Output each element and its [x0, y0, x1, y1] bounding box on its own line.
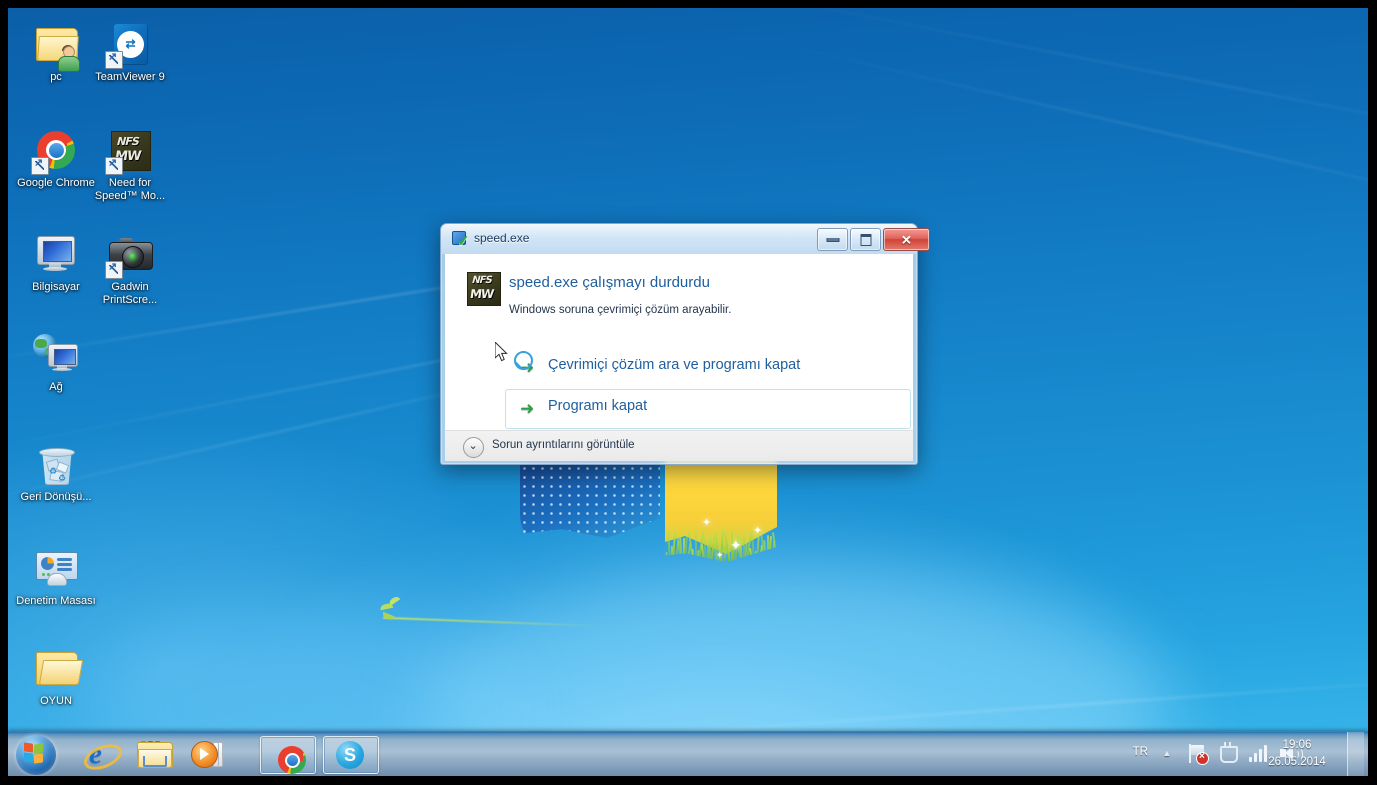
desktop-icon-label: Geri Dönüşü... [20, 491, 92, 503]
shortcut-overlay-icon [105, 156, 123, 175]
dialog-footer: ⌄ Sorun ayrıntılarını görüntüle [445, 430, 913, 461]
wallpaper-light-beam [777, 42, 1368, 216]
desktop-icon-label: TeamViewer 9 [95, 71, 165, 83]
search-online-and-close-link[interactable]: ➜ Çevrimiçi çözüm ara ve programı kapat [505, 348, 911, 388]
green-arrow-icon: ➜ [520, 399, 535, 418]
command-link-label: Çevrimiçi çözüm ara ve programı kapat [548, 357, 801, 373]
safely-remove-hardware-icon[interactable] [1218, 742, 1238, 764]
chrome-icon [31, 126, 80, 175]
desktop-icon-label: Ağ [49, 381, 63, 393]
taskbar: e S TR ▲ × 19:06 26.05.2014 [8, 731, 1368, 776]
desktop-screen: ✦ ✦ ✦ ✦ pc ⇄ TeamViewer 9 Google C [8, 8, 1368, 776]
network-globe-icon [32, 330, 80, 378]
maximize-button[interactable] [850, 228, 881, 251]
app-icon-text-bottom: MW [469, 287, 495, 301]
dialog-title-bar[interactable]: ✓ speed.exe ✕ [441, 224, 930, 254]
desktop-icon-label: Gadwin PrintScre... [102, 281, 158, 306]
start-button[interactable] [11, 730, 65, 776]
taskbar-item-google-chrome[interactable] [260, 736, 316, 774]
folder-icon [32, 644, 84, 692]
close-button[interactable]: ✕ [883, 228, 930, 251]
desktop-icon-recycle-bin[interactable]: ♻ ♻ Geri Dönüşü... [12, 440, 100, 504]
show-hidden-icons-chevron-icon[interactable]: ▲ [1160, 747, 1174, 759]
skype-icon: S [336, 741, 364, 769]
taskbar-item-internet-explorer[interactable]: e [80, 737, 126, 775]
clock-time: 19:06 [1282, 739, 1312, 751]
control-panel-icon [32, 544, 80, 592]
chrome-icon [273, 741, 306, 774]
shortcut-overlay-icon [105, 260, 123, 279]
camera-icon [105, 230, 154, 279]
grass-blade [768, 535, 773, 562]
internet-explorer-icon: e [80, 739, 126, 775]
clock[interactable]: 19:06 26.05.2014 [1252, 737, 1342, 771]
mouse-cursor [495, 342, 508, 362]
sparkle-icon: ✦ [702, 517, 712, 529]
dialog-subtext: Windows soruna çevrimiçi çözüm arayabili… [509, 304, 732, 316]
error-dialog-window[interactable]: ✓ speed.exe ✕ NFS MW speed.exe çalışmayı… [440, 223, 930, 465]
dialog-title: speed.exe [474, 231, 530, 245]
teamviewer-icon: ⇄ [105, 20, 154, 69]
action-center-flag-icon[interactable] [1188, 744, 1209, 765]
dialog-body: NFS MW speed.exe çalışmayı durdurdu Wind… [445, 254, 913, 430]
taskbar-item-windows-media-player[interactable] [186, 737, 228, 771]
windows-media-player-icon [191, 740, 223, 768]
command-link-label: Programı kapat [548, 398, 648, 414]
desktop-icon-gadwin-printscreen[interactable]: Gadwin PrintScre... [86, 230, 174, 307]
dialog-heading: speed.exe çalışmayı durdurdu [509, 274, 710, 291]
wallpaper-light-beam [715, 8, 1368, 152]
language-indicator[interactable]: TR [1133, 746, 1148, 758]
desktop-icon-denetim-masasi[interactable]: Denetim Masası [12, 544, 100, 608]
windows-explorer-icon [137, 741, 173, 768]
clock-date: 26.05.2014 [1268, 756, 1326, 768]
grass-blade [694, 530, 697, 562]
recycle-bin-icon: ♻ ♻ [32, 440, 80, 488]
show-desktop-button[interactable] [1347, 732, 1364, 776]
folder-user-icon [32, 20, 80, 72]
close-icon: ✕ [901, 232, 912, 247]
windows-logo-icon [24, 742, 46, 765]
wallpaper-sprig [376, 594, 416, 628]
desktop-icon-label: Need for Speed™ Mo... [94, 177, 166, 202]
chevron-down-circle-icon[interactable]: ⌄ [463, 437, 484, 458]
desktop-icon-oyun[interactable]: OYUN [12, 644, 100, 708]
close-program-link[interactable]: ➜ Programı kapat [505, 389, 911, 429]
taskbar-item-skype[interactable]: S [323, 736, 379, 774]
desktop-icon-teamviewer[interactable]: ⇄ TeamViewer 9 [86, 20, 174, 84]
desktop-icon-need-for-speed[interactable]: NFSMW Need for Speed™ Mo... [86, 126, 174, 203]
taskbar-item-windows-explorer[interactable] [133, 737, 175, 771]
computer-icon [32, 230, 80, 278]
desktop-icon-ag[interactable]: Ağ [12, 330, 100, 394]
sparkle-icon: ✦ [730, 537, 742, 553]
shortcut-overlay-icon [31, 156, 49, 175]
program-compatibility-icon: ✓ [452, 231, 470, 249]
sparkle-icon: ✦ [753, 525, 763, 537]
shortcut-overlay-icon [105, 50, 123, 69]
nfs-most-wanted-icon: NFS MW [105, 126, 154, 175]
nfs-most-wanted-icon: NFS MW [467, 272, 501, 306]
view-problem-details-link[interactable]: Sorun ayrıntılarını görüntüle [492, 439, 635, 451]
desktop-icon-label: Denetim Masası [16, 595, 96, 607]
app-icon-text-top: NFS [470, 275, 493, 286]
screen-frame: ✦ ✦ ✦ ✦ pc ⇄ TeamViewer 9 Google C [0, 0, 1377, 785]
sparkle-icon: ✦ [716, 550, 724, 560]
minimize-button[interactable] [817, 228, 848, 251]
desktop-icon-label: OYUN [40, 695, 72, 707]
